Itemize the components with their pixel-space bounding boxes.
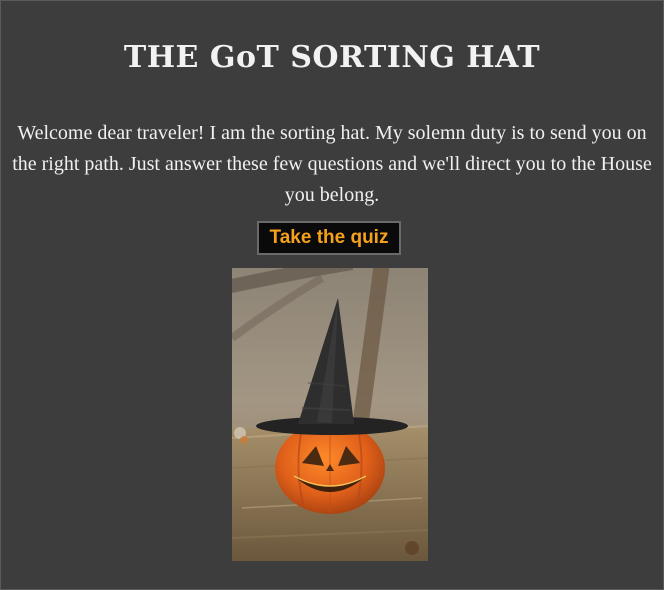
take-quiz-button[interactable]: Take the quiz <box>257 221 401 255</box>
pumpkin-witch-hat-image <box>232 268 428 561</box>
page-title: THE GoT SORTING HAT <box>123 40 541 75</box>
intro-text: Welcome dear traveler! I am the sorting … <box>12 122 652 206</box>
